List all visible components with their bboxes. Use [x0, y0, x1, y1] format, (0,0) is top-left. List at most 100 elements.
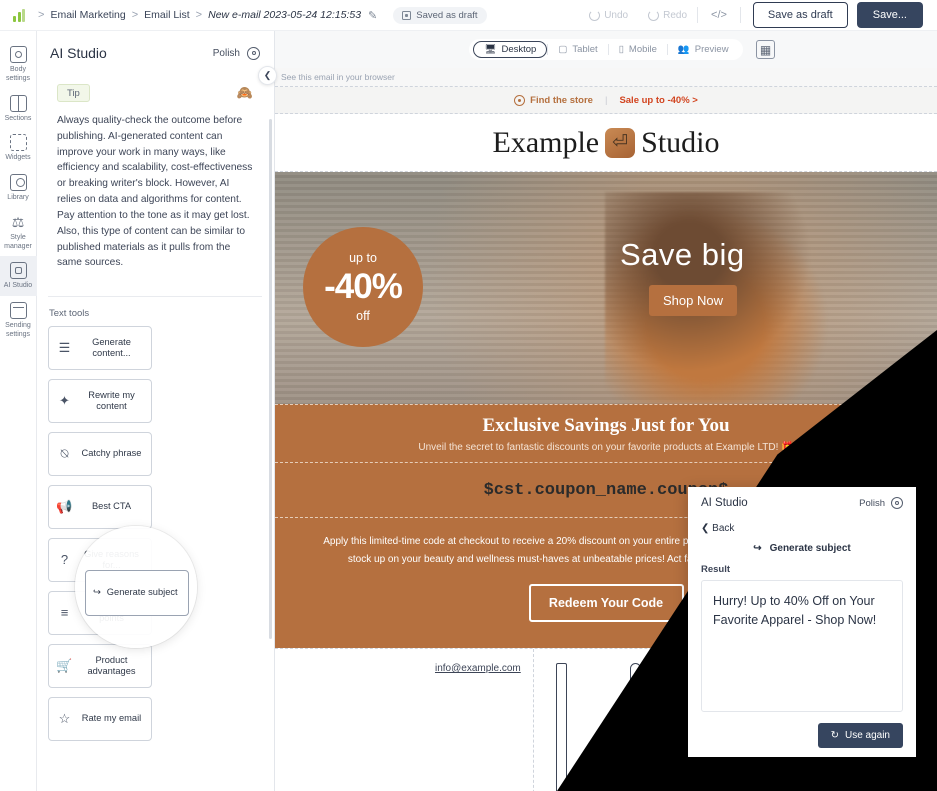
email-brand-logo: Example ⏎ Studio — [275, 114, 937, 172]
ai-result-popup: AI Studio Polish ❮ Back ↪ Generate subje… — [688, 487, 916, 757]
tool-label: Rewrite my content — [88, 389, 135, 412]
save-button[interactable]: Save... — [856, 2, 923, 28]
device-toolbar: 🖥 Desktop ▢ Tablet ▯ Mobile 👥 Preview ▦ — [275, 31, 937, 68]
style-manager-icon: ⚖ — [11, 213, 25, 230]
redeem-code-button[interactable]: Redeem Your Code — [528, 584, 684, 622]
sidebar-label: Body settings — [5, 66, 31, 82]
hanger-logo-icon: ⏎ — [605, 127, 636, 158]
sidebar-item-body-settings[interactable]: Body settings — [0, 40, 37, 89]
popup-header: AI Studio Polish — [701, 497, 903, 509]
panel-collapse-button[interactable]: ❮ — [258, 66, 277, 85]
tool-catchy-phrase[interactable]: ⍉ Catchy phrase — [48, 432, 152, 477]
breadcrumb-separator: > — [131, 9, 139, 21]
result-text[interactable]: Hurry! Up to 40% Off on Your Favorite Ap… — [701, 580, 903, 712]
tool-label: Give reasons for... — [84, 548, 139, 571]
tool-rate-my-email[interactable]: ☆ Rate my email — [48, 697, 152, 742]
tool-product-advantages[interactable]: 🛒 Product advantages — [48, 644, 152, 689]
gear-icon[interactable] — [247, 46, 260, 60]
popup-tool-label: Generate subject — [769, 543, 851, 554]
percent-badge-icon: ⍉ — [60, 446, 69, 461]
sections-icon — [9, 94, 27, 112]
gear-icon[interactable] — [891, 497, 903, 509]
tab-mobile[interactable]: ▯ Mobile — [609, 41, 667, 58]
panel-divider — [48, 296, 262, 298]
code-view-icon[interactable]: </> — [703, 6, 735, 24]
sale-link[interactable]: Sale up to -40% > — [619, 95, 697, 106]
tab-label: Tablet — [572, 44, 598, 55]
sparkles-icon: ✦ — [59, 393, 70, 408]
tool-label: Generate content... — [92, 336, 131, 359]
star-icon: ☆ — [58, 711, 71, 726]
panel-scrollbar[interactable] — [269, 119, 272, 639]
tool-generate-subject[interactable]: ↪ Generate subject — [85, 570, 189, 616]
lines-icon: ☰ — [58, 340, 71, 355]
shop-now-button[interactable]: Shop Now — [649, 285, 737, 316]
tip-header: Tip 🙈 — [57, 84, 253, 102]
view-in-browser-link[interactable]: See this email in your browser — [275, 68, 937, 87]
footer-email-link[interactable]: info@example.com — [435, 663, 521, 674]
email-top-strip: Find the store | Sale up to -40% > — [275, 87, 937, 114]
language-selector[interactable]: Polish — [213, 48, 240, 59]
breadcrumb-email-list[interactable]: Email List — [144, 9, 190, 21]
result-label: Result — [701, 564, 731, 575]
panel-header: AI Studio Polish — [37, 31, 274, 71]
status-badge-label: Saved as draft — [416, 9, 478, 21]
sidebar-label: Sending settings — [5, 322, 31, 338]
redo-icon — [648, 9, 660, 21]
sidebar-item-ai-studio[interactable]: AI Studio — [0, 256, 37, 296]
monitor-icon: 🖥 — [484, 44, 497, 55]
back-button[interactable]: ❮ Back — [701, 523, 903, 534]
redo-button[interactable]: Redo — [638, 9, 697, 21]
popup-title: AI Studio — [701, 497, 748, 509]
popup-actions: ↻ Use again — [701, 723, 903, 748]
undo-button[interactable]: Undo — [579, 9, 638, 21]
eye-off-icon[interactable]: 🙈 — [237, 85, 253, 101]
use-again-button[interactable]: ↻ Use again — [817, 723, 903, 748]
sidebar-item-style-manager[interactable]: ⚖ Style manager — [0, 208, 37, 257]
location-pin-icon — [514, 94, 526, 106]
tool-rewrite-my-content[interactable]: ✦ Rewrite my content — [48, 379, 152, 424]
tool-generate-content[interactable]: ☰ Generate content... — [48, 326, 152, 371]
tool-label: Catchy phrase — [81, 448, 142, 459]
mobile-icon: ▯ — [618, 44, 624, 55]
sidebar-item-sections[interactable]: Sections — [0, 89, 37, 129]
tab-label: Desktop — [501, 44, 537, 55]
sidebar-label: Style manager — [4, 233, 32, 250]
tab-desktop[interactable]: 🖥 Desktop — [473, 41, 548, 58]
body-settings-icon — [9, 46, 27, 63]
find-store-label: Find the store — [530, 94, 593, 106]
device-switcher: 🖥 Desktop ▢ Tablet ▯ Mobile 👥 Preview — [469, 39, 743, 60]
rename-pencil-icon[interactable]: ✎ — [368, 9, 377, 22]
tip-badge: Tip — [57, 84, 90, 102]
hanger-outline-icon — [556, 663, 567, 791]
tool-label: Generate subject — [106, 587, 178, 598]
find-the-store-link[interactable]: Find the store — [514, 94, 593, 106]
tab-label: Mobile — [628, 44, 657, 55]
popup-language-selector[interactable]: Polish — [859, 498, 885, 509]
sidebar-label: Sections — [4, 114, 32, 122]
back-label: Back — [712, 523, 735, 534]
sidebar-label: Widgets — [5, 154, 31, 162]
redo-label: Redo — [663, 9, 688, 21]
hero-title: Save big — [620, 237, 745, 272]
tool-label: Product advantages — [87, 654, 136, 677]
tab-preview[interactable]: 👥 Preview — [668, 41, 739, 58]
left-icon-rail: Body settings Sections Widgets Library ⚖… — [0, 31, 37, 791]
tool-label: Best CTA — [91, 501, 132, 512]
widgets-icon — [9, 134, 27, 152]
ai-studio-panel: AI Studio Polish Tip 🙈 Always quality-ch… — [37, 31, 275, 791]
sidebar-item-library[interactable]: Library — [0, 168, 37, 208]
sidebar-item-widgets[interactable]: Widgets — [0, 128, 37, 168]
undo-icon — [589, 9, 601, 21]
tab-tablet[interactable]: ▢ Tablet — [548, 41, 607, 58]
brand-name-right: Studio — [641, 125, 720, 159]
breadcrumb-separator: > — [195, 9, 203, 21]
app-logo-icon — [13, 8, 25, 22]
tool-best-cta[interactable]: 📢 Best CTA — [48, 485, 152, 530]
arrow-curve-icon: ↪ — [753, 543, 762, 554]
grid-view-button[interactable]: ▦ — [756, 40, 775, 59]
breadcrumb-email-marketing[interactable]: Email Marketing — [50, 9, 125, 21]
use-again-label: Use again — [844, 730, 890, 741]
save-as-draft-button[interactable]: Save as draft — [752, 2, 848, 28]
sidebar-item-sending-settings[interactable]: Sending settings — [0, 296, 37, 345]
